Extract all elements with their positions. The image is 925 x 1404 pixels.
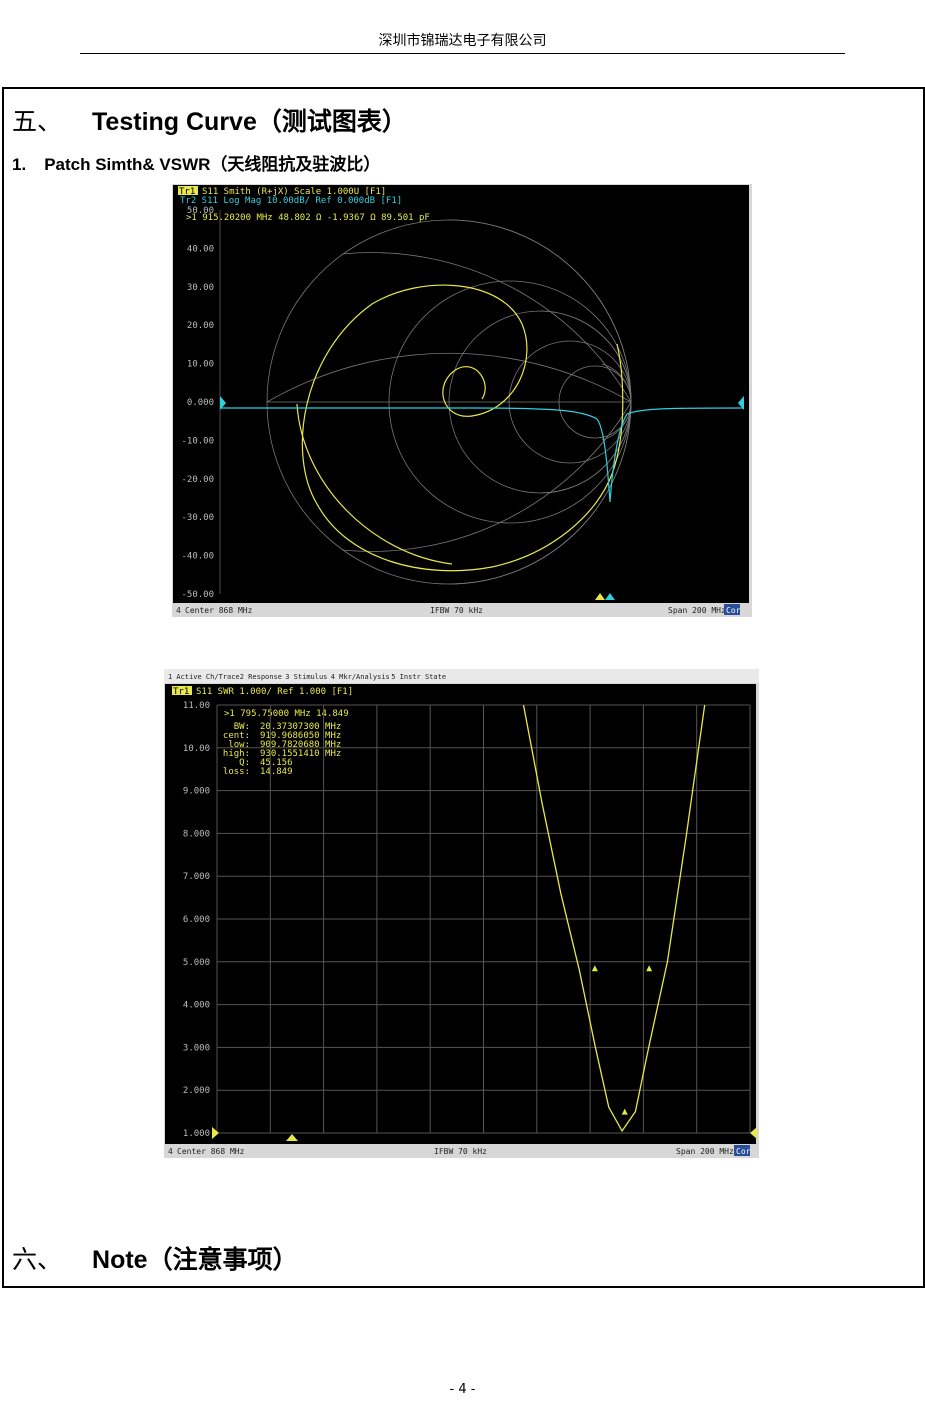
vswr-menu-item[interactable]: 3 Stimulus <box>285 673 327 681</box>
vswr-stat-key: loss: <box>223 767 250 777</box>
vswr-y-tick: 4.000 <box>183 1001 210 1011</box>
vswr-y-tick: 8.000 <box>183 829 210 839</box>
section-6-heading: 六、 Note（注意事项） <box>12 1240 298 1276</box>
smith-y-tick: 20.00 <box>187 321 214 331</box>
smith-footer-channel: 4 <box>176 606 181 615</box>
smith-marker-readout: >1 915.20200 MHz 48.802 Ω -1.9367 Ω 89.5… <box>186 213 430 223</box>
section-6-number: 六、 <box>12 1245 63 1274</box>
smith-tr2-label: Tr2 S11 Log Mag 10.00dB/ Ref 0.000dB [F1… <box>180 196 402 206</box>
smith-y-tick: -40.00 <box>181 552 214 562</box>
subsection-1-heading: 1. Patch Simth& VSWR（天线阻抗及驻波比） <box>12 150 380 175</box>
vswr-stat-value: 14.849 <box>260 767 293 777</box>
vswr-menu-item[interactable]: 1 Active Ch/Trace <box>168 673 240 681</box>
section-5-number: 五、 <box>12 107 63 136</box>
vswr-y-tick: 3.000 <box>183 1043 210 1053</box>
smith-y-tick: 10.00 <box>187 360 214 370</box>
vswr-footer-ifbw: IFBW 70 kHz <box>434 1147 487 1156</box>
smith-y-tick: 30.00 <box>187 283 214 293</box>
vswr-y-tick: 5.000 <box>183 958 210 968</box>
smith-footer-cor: Cor <box>726 606 741 615</box>
vswr-footer-center: Center 868 MHz <box>177 1147 245 1156</box>
vswr-marker-readout: >1 795.75000 MHz 14.849 <box>224 709 349 719</box>
vswr-y-tick: 11.00 <box>183 701 210 711</box>
section-5-title: Testing Curve（测试图表） <box>92 108 407 136</box>
vswr-y-tick: 6.000 <box>183 915 210 925</box>
vswr-y-tick: 10.00 <box>183 744 210 754</box>
smith-chart-screenshot: Tr1 S11 Smith (R+jX) Scale 1.000U [F1] T… <box>172 184 752 617</box>
subsection-1-title: Patch Simth& VSWR（天线阻抗及驻波比） <box>44 155 381 174</box>
smith-footer-center: Center 868 MHz <box>185 606 253 615</box>
section-5-heading: 五、 Testing Curve（测试图表） <box>12 102 407 138</box>
vswr-tr-label: S11 SWR 1.000/ Ref 1.000 [F1] <box>196 687 353 697</box>
section-6-title: Note（注意事项） <box>92 1246 298 1274</box>
vswr-y-tick: 7.000 <box>183 872 210 882</box>
smith-y-tick: 50.00 <box>187 206 214 216</box>
vswr-tr-tag: Tr1 <box>173 687 189 697</box>
smith-y-tick: -50.00 <box>181 590 214 600</box>
smith-footer-span: Span 200 MHz <box>668 606 726 615</box>
subsection-1-number: 1. <box>12 155 27 174</box>
smith-y-tick: -10.00 <box>181 436 214 446</box>
smith-y-tick: -20.00 <box>181 475 214 485</box>
page-header: 深圳市锦瑞达电子有限公司 <box>378 33 547 49</box>
vswr-y-tick: 1.000 <box>183 1129 210 1139</box>
vswr-menu-item[interactable]: 5 Instr State <box>391 673 446 681</box>
vswr-menu-item[interactable]: 4 Mkr/Analysis <box>331 673 390 681</box>
smith-y-tick: 40.00 <box>187 244 214 254</box>
vswr-menu-item[interactable]: 2 Response <box>240 673 282 681</box>
vswr-footer-channel: 4 <box>168 1147 173 1156</box>
vswr-y-tick: 9.000 <box>183 787 210 797</box>
page-number: - 4 - <box>449 1382 476 1397</box>
vswr-y-tick: 2.000 <box>183 1086 210 1096</box>
smith-y-tick: 0.000 <box>187 398 214 408</box>
vswr-footer-span: Span 200 MHz <box>676 1147 734 1156</box>
header-rule <box>80 53 845 54</box>
vswr-chart-screenshot: 1 Active Ch/Trace 2 Response 3 Stimulus 4 M… <box>164 669 759 1158</box>
smith-footer-ifbw: IFBW 70 kHz <box>430 606 483 615</box>
vswr-footer-cor: Cor <box>736 1147 751 1156</box>
smith-y-tick: -30.00 <box>181 513 214 523</box>
